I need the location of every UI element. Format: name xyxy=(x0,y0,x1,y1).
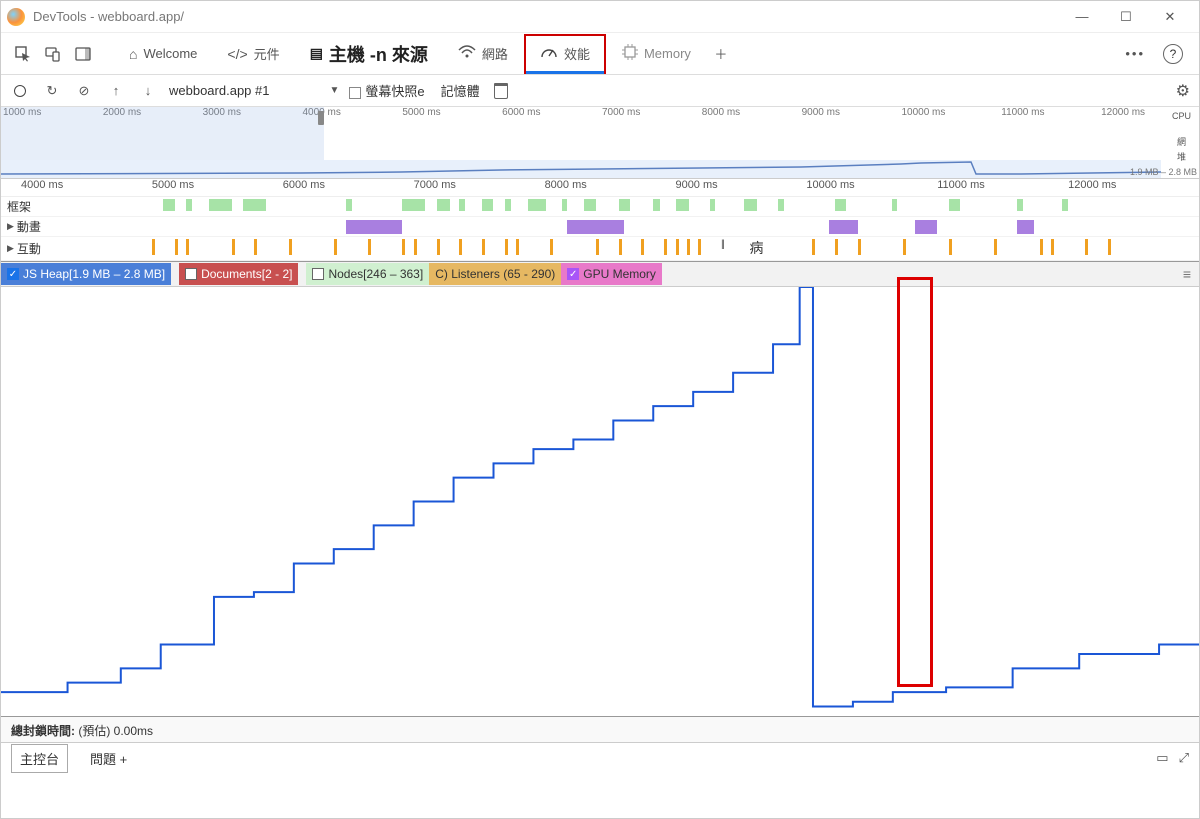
more-menu[interactable]: ••• xyxy=(1117,46,1153,61)
memory-icon xyxy=(622,44,638,63)
track-frames[interactable] xyxy=(61,197,1199,216)
tracks: 框架 ▶動畫 ▶互動 xyxy=(1,197,1199,261)
tab-label: 主機 -n 來源 xyxy=(329,41,428,67)
dropdown-caret[interactable]: ▼ xyxy=(329,85,339,96)
ov-tick: 8000 ms xyxy=(700,107,800,123)
window-maximize[interactable]: ☐ xyxy=(1113,9,1139,25)
tab-memory[interactable]: Memory xyxy=(608,34,705,74)
add-tab[interactable]: ＋ xyxy=(707,40,735,68)
tab-label: Welcome xyxy=(143,46,197,61)
ov-tick: 11000 ms xyxy=(999,107,1099,123)
summary-bar: 總封鎖時間: (預估) 0.00ms xyxy=(1,717,1199,743)
ov-tick: 10000 ms xyxy=(899,107,999,123)
overview-cpu-label: CPU xyxy=(1164,111,1199,121)
ov-tick: 7000 ms xyxy=(600,107,700,123)
drawer-expand-icon[interactable]: ⤢ xyxy=(1179,750,1189,766)
legend-documents[interactable]: Documents[2 - 2] xyxy=(179,263,298,285)
tab-label: 效能 xyxy=(564,44,590,63)
tab-label: Memory xyxy=(644,46,691,61)
app-icon xyxy=(7,8,25,26)
inspect-icon[interactable] xyxy=(9,40,37,68)
ov-tick: 9000 ms xyxy=(800,107,900,123)
summary-label: 總封鎖時間: xyxy=(11,724,75,738)
track-animation[interactable] xyxy=(61,217,1199,236)
settings-icon[interactable]: ⚙ xyxy=(1176,81,1190,101)
clear-button[interactable]: ⊘ xyxy=(73,80,95,102)
drawer-tabs: 主控台 問題 + ▭ ⤢ xyxy=(1,743,1199,773)
overview-memory-range: 1.9 MB – 2.8 MB xyxy=(1130,167,1197,177)
record-button[interactable] xyxy=(9,80,31,102)
overview-handle-left[interactable] xyxy=(318,111,324,125)
download-button[interactable]: ↓ xyxy=(137,80,159,102)
legend-nodes[interactable]: Nodes[246 – 363] xyxy=(306,263,429,285)
track-interactions[interactable]: ‖ 病 xyxy=(61,237,1199,260)
device-icon[interactable] xyxy=(39,40,67,68)
window-title: DevTools - webboard.app/ xyxy=(33,9,1069,24)
overview-memory-strip xyxy=(1,160,1161,178)
window-minimize[interactable]: — xyxy=(1069,9,1095,25)
tab-network[interactable]: 網路 xyxy=(444,34,522,74)
overview-flames xyxy=(1,125,301,159)
legend-listeners[interactable]: C) Listeners (65 - 290) xyxy=(429,263,561,285)
tab-elements[interactable]: </> 元件 xyxy=(213,34,293,74)
drawer-issues[interactable]: 問題 + xyxy=(82,745,135,772)
overview-heap-label: 堆 xyxy=(1164,150,1199,163)
drawer-console[interactable]: 主控台 xyxy=(11,744,68,773)
legend-jsheap[interactable]: ✓JS Heap[1.9 MB – 2.8 MB] xyxy=(1,263,171,285)
dock-icon[interactable] xyxy=(69,40,97,68)
tab-performance[interactable]: 效能 xyxy=(524,34,606,74)
track-animation-label[interactable]: ▶動畫 xyxy=(1,218,61,235)
perf-toolbar: ↻ ⊘ ↑ ↓ webboard.app #1 ▼ 螢幕快照e 記憶體 ⚙ xyxy=(1,75,1199,107)
main-ruler: 4000 ms 5000 ms 6000 ms 7000 ms 8000 ms … xyxy=(1,179,1199,197)
sources-icon: ▤ xyxy=(310,45,323,62)
memory-legend: ✓JS Heap[1.9 MB – 2.8 MB] Documents[2 - … xyxy=(1,261,1199,287)
home-icon: ⌂ xyxy=(129,46,137,62)
reload-button[interactable]: ↻ xyxy=(41,80,63,102)
track-frames-label[interactable]: 框架 xyxy=(1,198,61,215)
upload-button[interactable]: ↑ xyxy=(105,80,127,102)
trash-button[interactable] xyxy=(490,80,512,102)
screenshots-checkbox[interactable]: 螢幕快照e xyxy=(349,81,424,100)
code-icon: </> xyxy=(227,46,247,62)
recording-name[interactable]: webboard.app #1 xyxy=(169,83,269,98)
overview-ruler[interactable]: 1000 ms 2000 ms 3000 ms 4000 ms 5000 ms … xyxy=(1,107,1199,179)
titlebar: DevTools - webboard.app/ — ☐ ✕ xyxy=(1,1,1199,33)
legend-menu-icon[interactable]: ≡ xyxy=(1183,266,1191,282)
highlight-box xyxy=(897,277,933,687)
window-close[interactable]: ✕ xyxy=(1157,9,1183,25)
overview-net-label: 網 xyxy=(1164,135,1199,148)
ov-tick: 6000 ms xyxy=(500,107,600,123)
track-interactions-label[interactable]: ▶互動 xyxy=(1,240,61,257)
wifi-icon xyxy=(458,45,476,62)
interaction-marker: 病 xyxy=(749,238,763,258)
summary-value: (預估) 0.00ms xyxy=(78,724,153,738)
tab-label: 元件 xyxy=(254,44,280,63)
tab-sources[interactable]: ▤ 主機 -n 來源 xyxy=(296,34,442,74)
memory-checkbox[interactable]: 記憶體 xyxy=(441,81,480,100)
legend-gpu[interactable]: ✓GPU Memory xyxy=(561,263,662,285)
memory-chart[interactable] xyxy=(1,287,1199,717)
tabbar: ⌂Welcome </>元件 ▤主機 -n 來源 網路 效能 Memory ＋ … xyxy=(1,33,1199,75)
help-icon[interactable]: ? xyxy=(1163,44,1183,64)
ov-tick: 5000 ms xyxy=(400,107,500,123)
performance-icon xyxy=(540,45,558,62)
drawer-dock-icon[interactable]: ▭ xyxy=(1156,750,1168,766)
tab-label: 網路 xyxy=(482,44,508,63)
tab-welcome[interactable]: ⌂ Welcome xyxy=(115,34,211,74)
